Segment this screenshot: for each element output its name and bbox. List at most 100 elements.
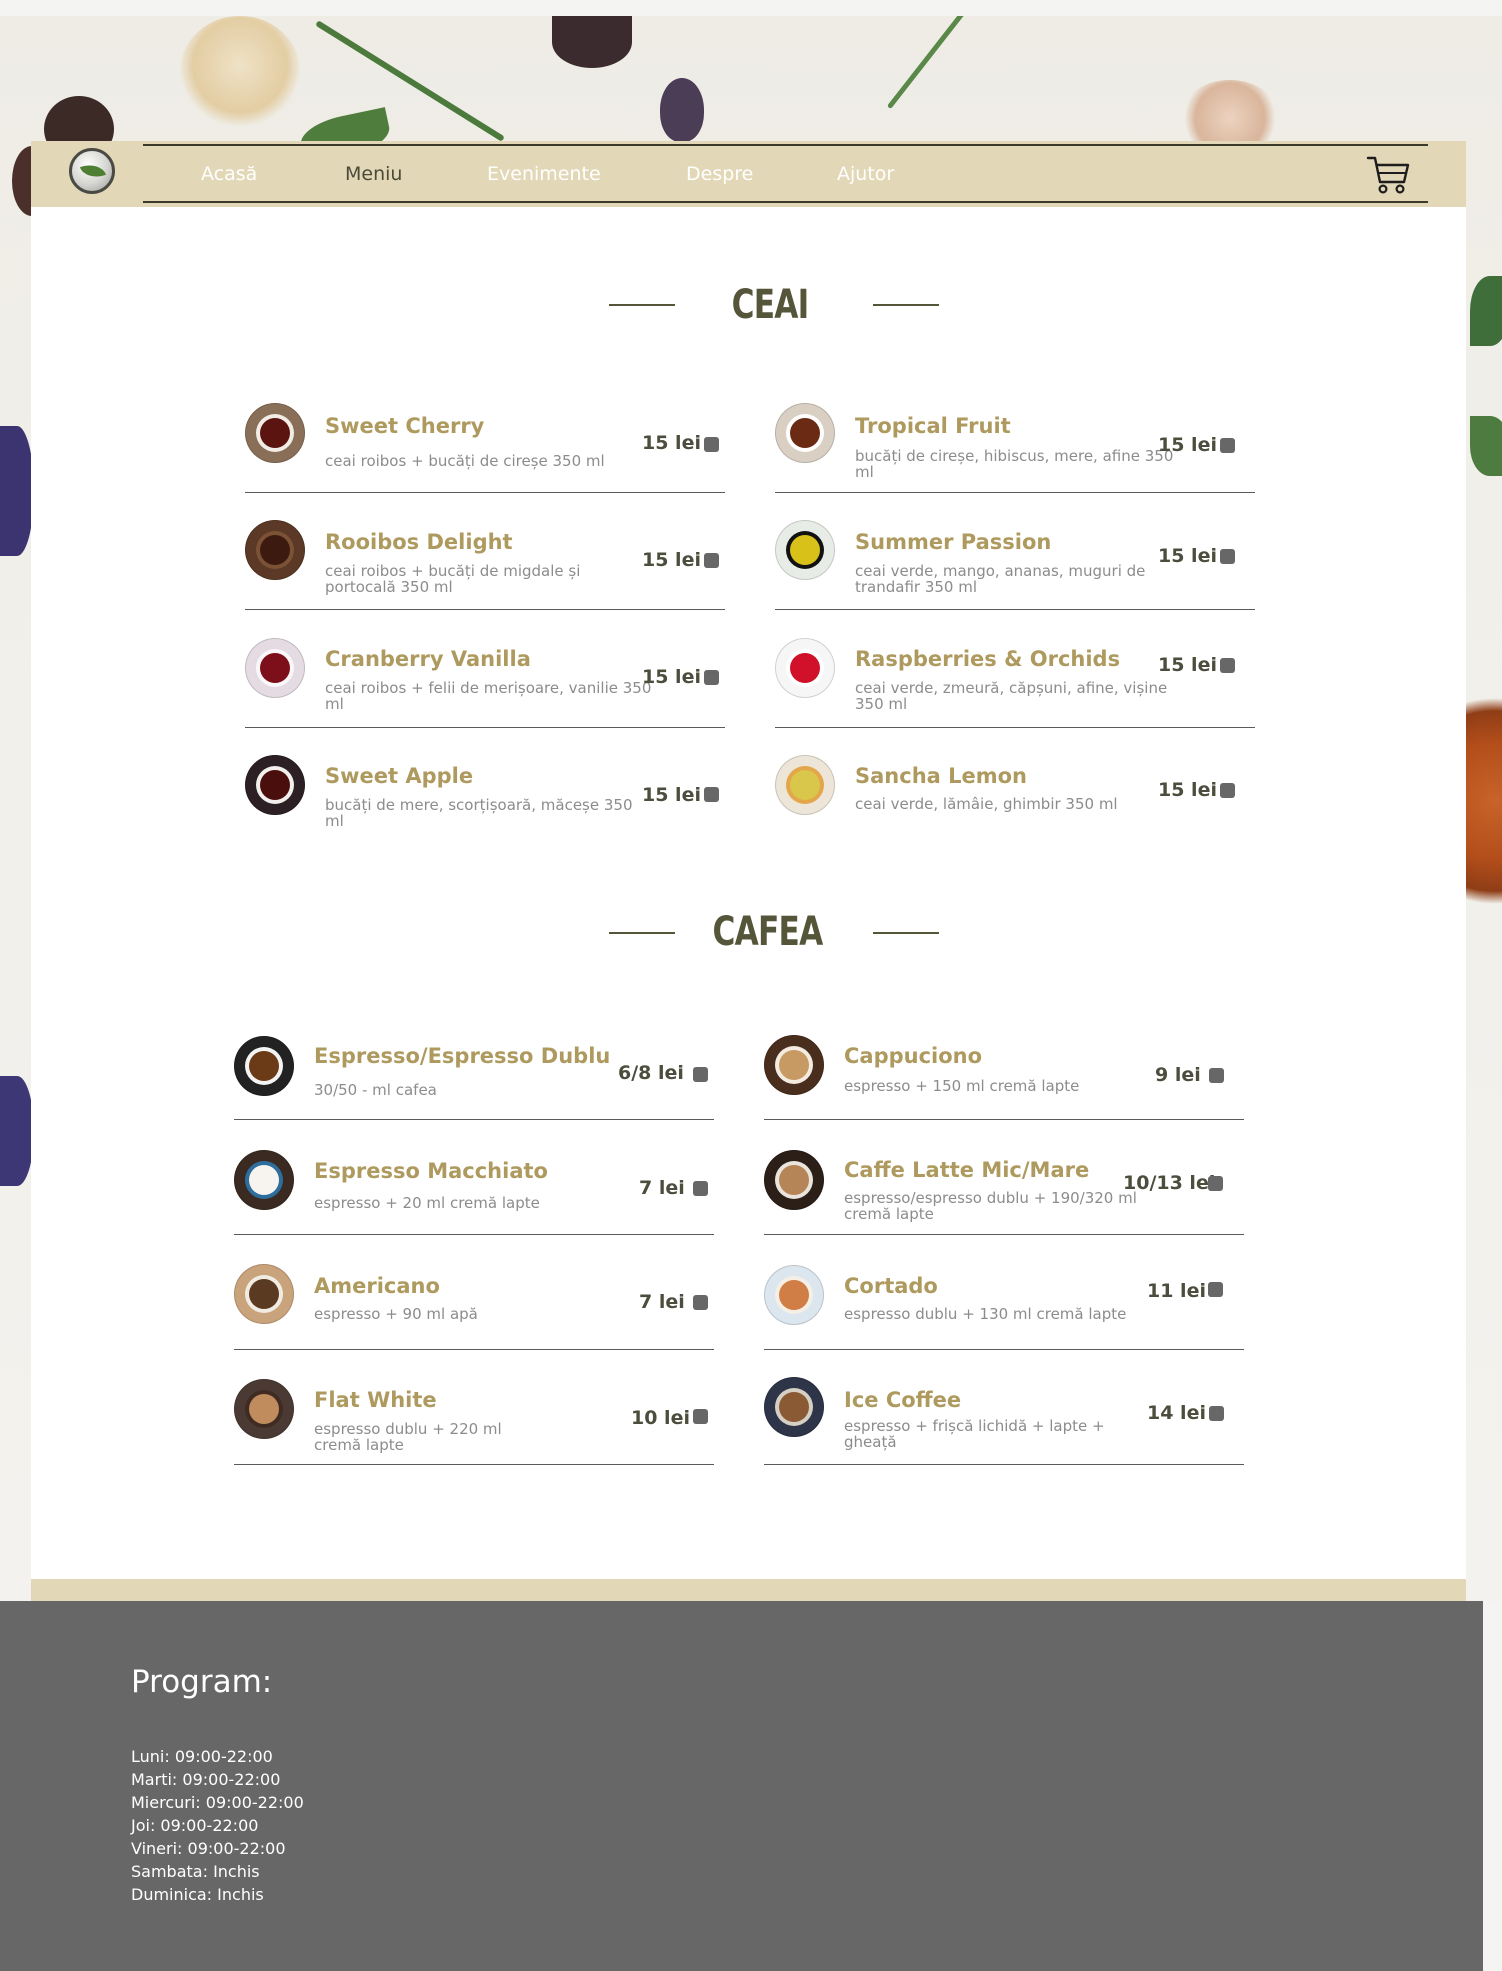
- item-divider: [764, 1234, 1244, 1235]
- item-divider: [245, 492, 725, 493]
- add-to-cart-icon[interactable]: [704, 437, 719, 452]
- coffee-cup-image: [234, 1264, 294, 1324]
- add-to-cart-icon[interactable]: [1220, 658, 1235, 673]
- coffee-cup-image: [764, 1265, 824, 1325]
- item-description: ceai roibos + felii de merișoare, vanili…: [325, 679, 652, 713]
- item-name: Cortado: [844, 1274, 938, 1298]
- item-price: 15 lei: [642, 666, 701, 688]
- item-description: espresso + frișcă lichidă + lapte + ghea…: [844, 1417, 1105, 1451]
- hours-monday: Luni: 09:00-22:00: [131, 1747, 273, 1766]
- item-name: Flat White: [314, 1388, 437, 1412]
- add-to-cart-icon[interactable]: [693, 1295, 708, 1310]
- item-name: Cappuciono: [844, 1044, 983, 1068]
- item-name: Americano: [314, 1274, 440, 1298]
- menu-item: Rooibos Delight ceai roibos + bucăți de …: [245, 520, 725, 610]
- add-to-cart-icon[interactable]: [704, 787, 719, 802]
- item-description: bucăți de mere, scorțișoară, măceșe 350 …: [325, 796, 633, 830]
- add-to-cart-icon[interactable]: [693, 1181, 708, 1196]
- item-price: 14 lei: [1147, 1402, 1206, 1424]
- hours-wednesday: Miercuri: 09:00-22:00: [131, 1793, 304, 1812]
- item-description: espresso dublu + 130 ml cremă lapte: [844, 1305, 1127, 1323]
- add-to-cart-icon[interactable]: [1220, 549, 1235, 564]
- violet-flower-decoration: [0, 426, 34, 556]
- navbar-rule: [143, 201, 1428, 203]
- tea-cup-image: [245, 755, 305, 815]
- item-description: espresso/espresso dublu + 190/320 ml cre…: [844, 1189, 1137, 1223]
- add-to-cart-icon[interactable]: [1220, 438, 1235, 453]
- item-description: ceai verde, lămâie, ghimbir 350 ml: [855, 795, 1118, 813]
- item-description: 30/50 - ml cafea: [314, 1081, 437, 1099]
- item-description: bucăți de cireșe, hibiscus, mere, afine …: [855, 447, 1174, 481]
- purple-bud-decoration: [660, 78, 704, 142]
- add-to-cart-icon[interactable]: [1208, 1176, 1223, 1191]
- item-description: ceai verde, mango, ananas, muguri de tra…: [855, 562, 1146, 596]
- item-divider: [764, 1119, 1244, 1120]
- footer-title: Program:: [131, 1664, 273, 1700]
- menu-item: Sancha Lemon ceai verde, lămâie, ghimbir…: [775, 755, 1255, 845]
- nav-link-acasa[interactable]: Acasă: [201, 162, 257, 186]
- item-divider: [234, 1234, 714, 1235]
- tea-cup-image: [775, 403, 835, 463]
- item-name: Caffe Latte Mic/Mare: [844, 1158, 1090, 1182]
- item-price: 15 lei: [1158, 434, 1217, 456]
- nav-link-evenimente[interactable]: Evenimente: [487, 162, 601, 186]
- menu-item: Tropical Fruit bucăți de cireșe, hibiscu…: [775, 403, 1255, 493]
- item-name: Rooibos Delight: [325, 530, 513, 554]
- tea-cup-image: [245, 638, 305, 698]
- tea-cup-image: [245, 403, 305, 463]
- add-to-cart-icon[interactable]: [704, 670, 719, 685]
- add-to-cart-icon[interactable]: [1209, 1068, 1224, 1083]
- menu-item: Cortado espresso dublu + 130 ml cremă la…: [764, 1260, 1244, 1350]
- add-to-cart-icon[interactable]: [693, 1067, 708, 1082]
- item-description: espresso + 90 ml apă: [314, 1305, 478, 1323]
- nav-link-meniu[interactable]: Meniu: [345, 162, 402, 186]
- add-to-cart-icon[interactable]: [693, 1409, 708, 1424]
- tea-cup-image: [775, 520, 835, 580]
- add-to-cart-icon[interactable]: [1208, 1282, 1223, 1297]
- item-name: Sancha Lemon: [855, 764, 1028, 788]
- item-price: 7 lei: [639, 1177, 685, 1199]
- cart-icon[interactable]: [1366, 154, 1412, 196]
- orange-flower-decoration: [1464, 676, 1502, 926]
- tea-cup-image: [775, 638, 835, 698]
- navbar-rule: [143, 144, 1428, 146]
- add-to-cart-icon[interactable]: [704, 553, 719, 568]
- item-name: Summer Passion: [855, 530, 1052, 554]
- coffee-cup-image: [764, 1035, 824, 1095]
- item-price: 15 lei: [642, 432, 701, 454]
- item-description: espresso + 20 ml cremă lapte: [314, 1194, 540, 1212]
- item-price: 15 lei: [1158, 654, 1217, 676]
- leaf-decoration: [1470, 276, 1502, 346]
- coffee-cup-image: [764, 1377, 824, 1437]
- leaf-logo-icon[interactable]: [69, 148, 115, 194]
- item-price: 15 lei: [1158, 779, 1217, 801]
- hours-saturday: Sambata: Inchis: [131, 1862, 260, 1881]
- add-to-cart-icon[interactable]: [1220, 783, 1235, 798]
- coffee-cup-image: [234, 1379, 294, 1439]
- item-price: 9 lei: [1155, 1064, 1201, 1086]
- add-to-cart-icon[interactable]: [1209, 1406, 1224, 1421]
- nav-link-despre[interactable]: Despre: [686, 162, 753, 186]
- item-name: Sweet Apple: [325, 764, 474, 788]
- coffee-cup-image: [764, 1150, 824, 1210]
- heading-rule: [873, 932, 939, 934]
- item-name: Raspberries & Orchids: [855, 647, 1121, 671]
- item-price: 15 lei: [1158, 545, 1217, 567]
- item-name: Cranberry Vanilla: [325, 647, 531, 671]
- item-divider: [245, 609, 725, 610]
- item-divider: [234, 1464, 714, 1465]
- item-price: 7 lei: [639, 1291, 685, 1313]
- nav-link-ajutor[interactable]: Ajutor: [837, 162, 894, 186]
- menu-item: Americano espresso + 90 ml apă 7 lei: [234, 1260, 714, 1350]
- item-price: 6/8 lei: [618, 1062, 684, 1084]
- section-title-cafea: CAFEA: [712, 909, 824, 955]
- menu-item: Summer Passion ceai verde, mango, ananas…: [775, 520, 1255, 610]
- item-divider: [245, 727, 725, 728]
- footer: Program: Luni: 09:00-22:00 Marti: 09:00-…: [0, 1601, 1483, 1971]
- item-price: 10 lei: [631, 1407, 690, 1429]
- menu-item: Flat White espresso dublu + 220 ml cremă…: [234, 1375, 714, 1465]
- tea-cup-image: [245, 520, 305, 580]
- item-name: Sweet Cherry: [325, 414, 485, 438]
- item-divider: [775, 727, 1255, 728]
- menu-item: Caffe Latte Mic/Mare espresso/espresso d…: [764, 1145, 1244, 1235]
